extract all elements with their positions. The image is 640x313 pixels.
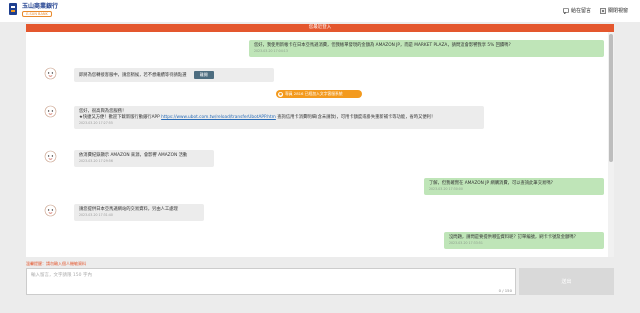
message-icon (563, 7, 569, 14)
privacy-hint: 溫馨提醒：請勿輸入個人機敏資料 (26, 261, 86, 266)
app-download-link[interactable]: https://www.ubot.com.tw/reload/transferU… (161, 115, 276, 120)
send-button[interactable]: 送出 (519, 268, 614, 295)
agent-joined-text: 專員 2816 已經加入文字客服系統 (285, 91, 343, 96)
promo-text: ★快捷又方便！歡迎下載新版行動銀行APP (79, 115, 160, 120)
message-text: 即將為您轉接客服中，請您稍候，若不想繼續等待請點選 (79, 73, 187, 78)
message-input[interactable] (27, 269, 515, 289)
agent-joined-notice: ● 專員 2816 已經加入文字客服系統 (276, 90, 362, 98)
brand-name: 玉山商業銀行 (22, 3, 59, 10)
leave-message-label: 給在留言 (570, 8, 591, 14)
close-icon (600, 7, 606, 14)
agent-avatar-icon (44, 150, 57, 163)
message-composer: 0 / 150 (26, 268, 516, 295)
agent-avatar-icon (44, 204, 57, 217)
bot-message: 您好，很高興為您服務！ ★快捷又方便！歡迎下載新版行動銀行APP https:/… (74, 106, 484, 129)
promo-text-2: 查詢信用卡消費明細(含未請款)，可用卡額度或掛失重新補卡等功能，省時又便利！ (277, 115, 436, 120)
agent-avatar-icon (44, 105, 57, 118)
user-message: 您好，我使用新帳卡在日本亞馬遜消費，但我帳單發現的金額為 AMAZON JP，而… (249, 40, 604, 57)
scrollbar-thumb[interactable] (609, 34, 613, 162)
message-time: 2023-03-20 17:33:51 (449, 241, 483, 245)
bot-message: 即將為您轉接客服中，請您稍候，若不想繼續等待請點選 離開 (74, 68, 274, 82)
top-bar: 玉山商業銀行 E.SUN BANK 給在留言 關閉視窗 (0, 0, 640, 22)
message-time: 2023-03-20 17:30:00 (429, 187, 463, 191)
brand-tagline: E.SUN BANK (22, 11, 52, 17)
character-counter: 0 / 150 (498, 288, 512, 293)
chat-panel[interactable]: 您最近登入 您好，我使用新帳卡在日本亞馬遜消費，但我帳單發現的金額為 AMAZO… (26, 24, 614, 257)
chat-scrollbar[interactable] (608, 32, 614, 257)
leave-queue-button[interactable]: 離開 (193, 71, 214, 79)
leave-message-link[interactable]: 給在留言 (563, 7, 591, 14)
message-time: 2023-03-20 17:29:56 (79, 159, 113, 163)
user-message: 沒問題，請問是要提供哪些資料呢？訂單編號，刷卡卡號及金額嗎？ 2023-03-2… (444, 232, 604, 249)
bot-avatar-icon (44, 67, 57, 80)
chat-banner: 您最近登入 (26, 24, 614, 32)
message-time: 2023-03-20 17:31:40 (79, 213, 113, 217)
bank-logo (9, 3, 17, 15)
close-window-label: 關閉視窗 (607, 8, 628, 14)
close-window-link[interactable]: 關閉視窗 (600, 7, 628, 14)
user-message: 了解，但我確實在 AMAZON JP 網購消費，可以查詢此筆交易嗎? 2023-… (424, 178, 604, 195)
bot-message: 請您提供日本亞馬遜網站的交易資料，另由人工處理 2023-03-20 17:31… (74, 204, 204, 221)
bot-message: 依消費紀錄顯示 AMAZON 來源，會影響 AMAZON 活動 2023-03-… (74, 150, 214, 167)
agent-icon: ● (278, 91, 283, 97)
message-time: 2023-03-20 17:27:55 (79, 121, 113, 125)
message-time: 2023-03-20 17:04:13 (254, 49, 288, 53)
